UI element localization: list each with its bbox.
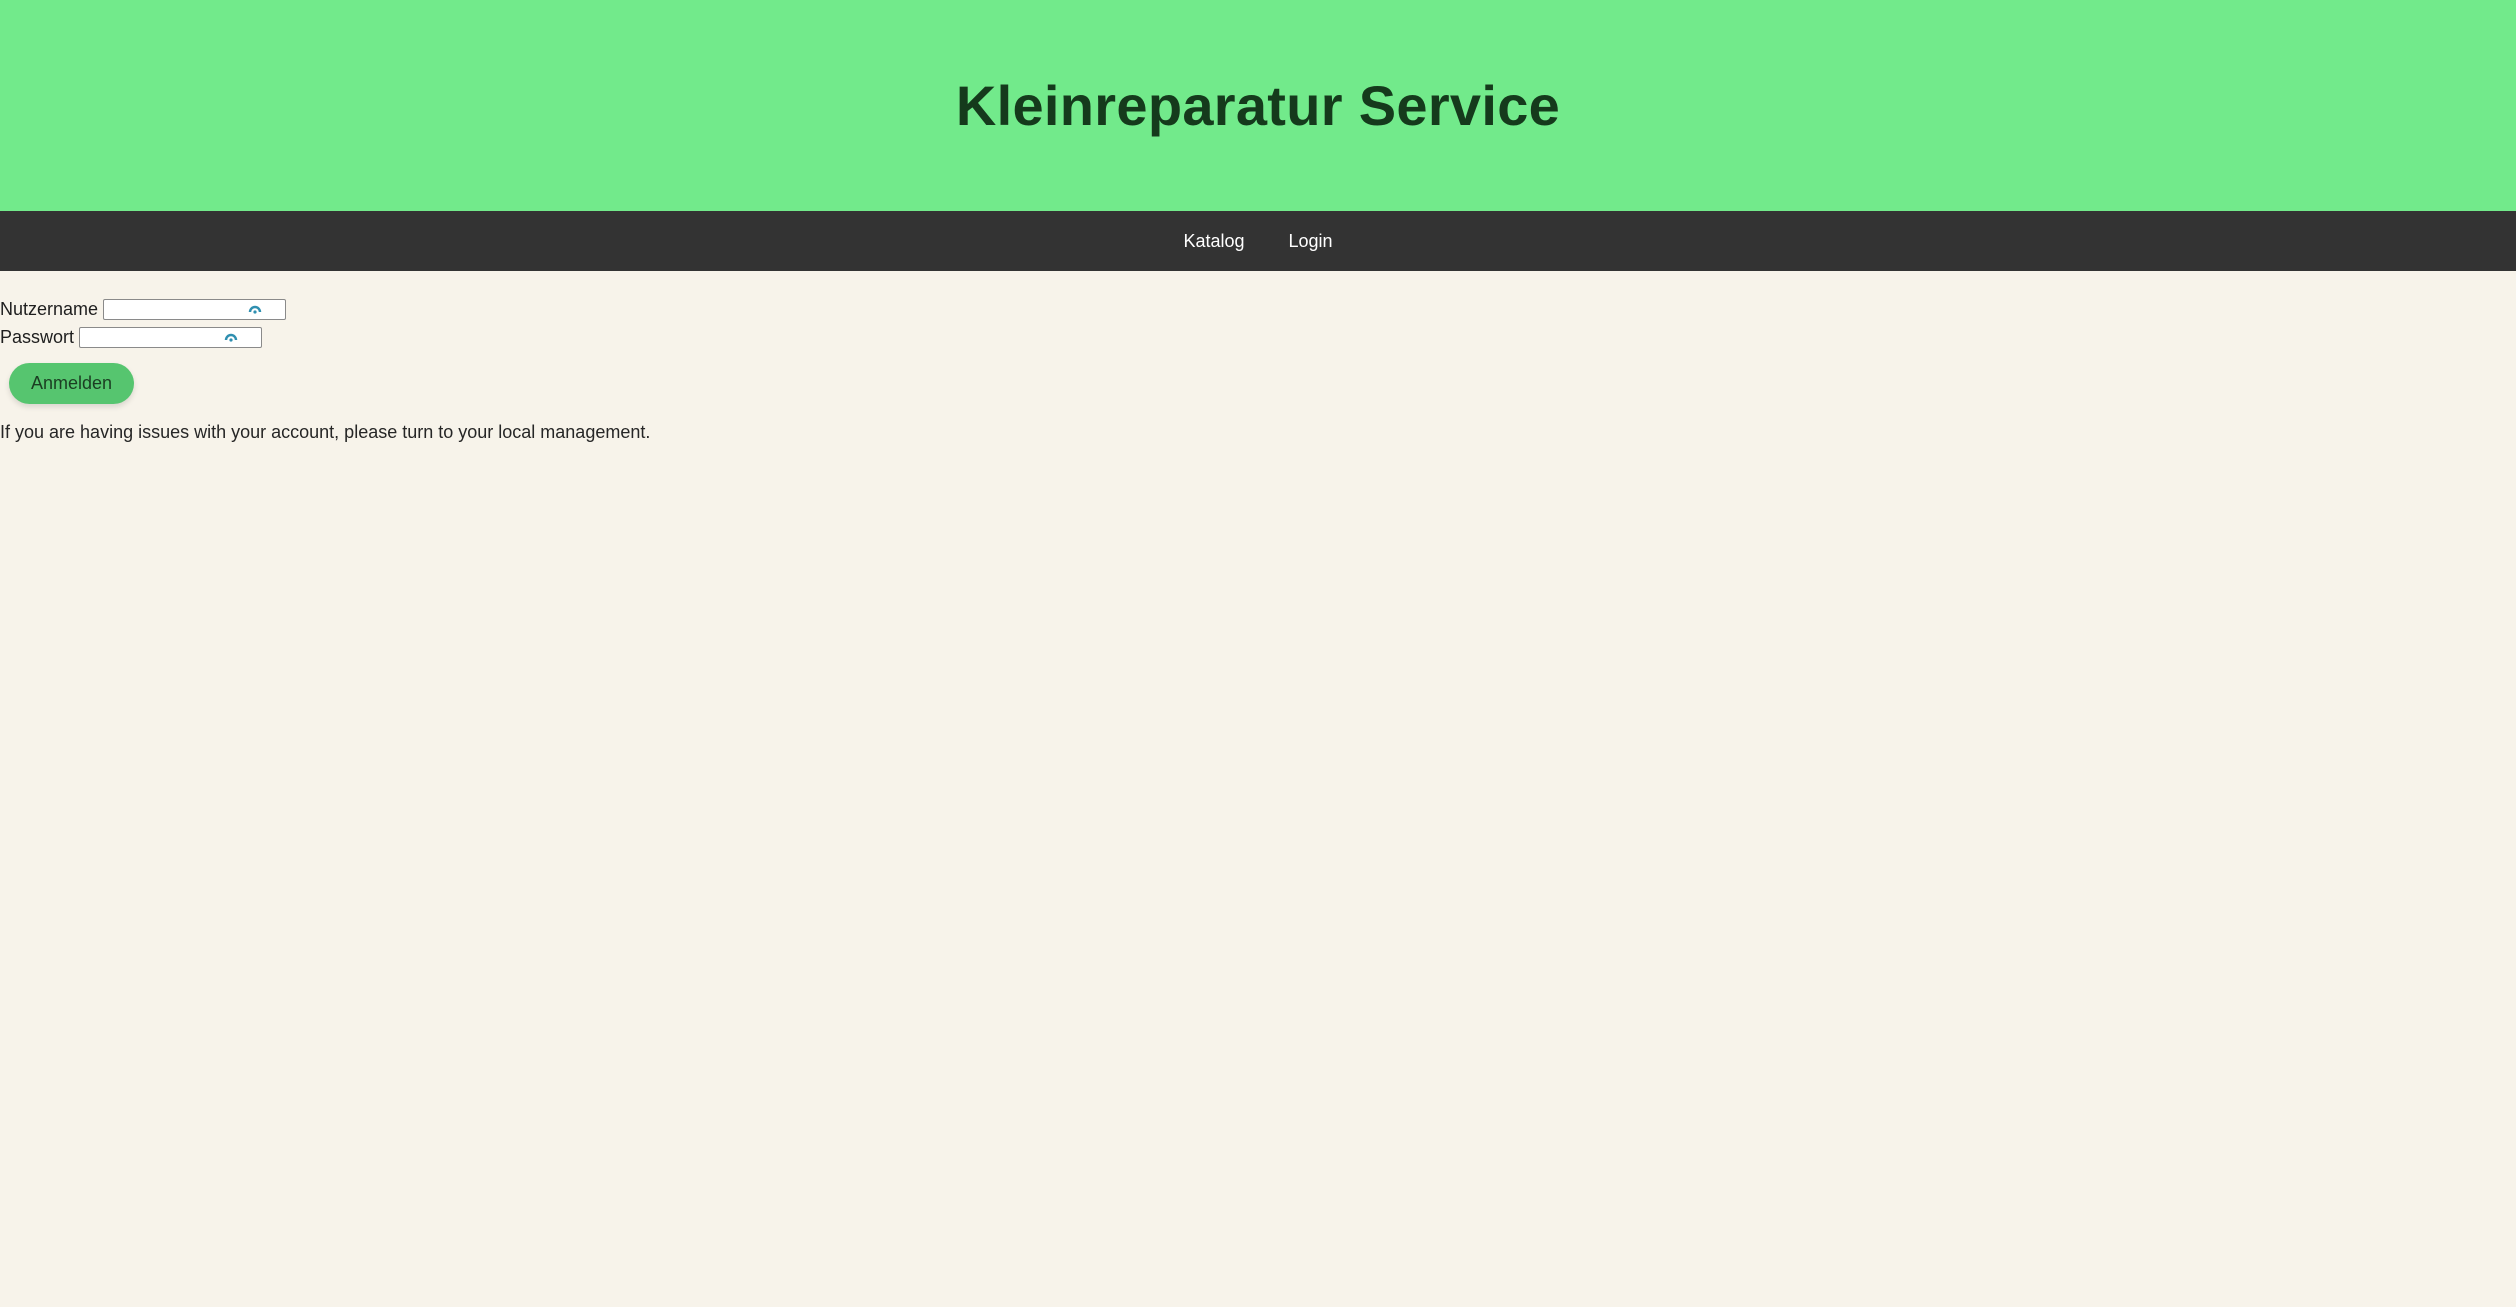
password-manager-icon[interactable] (248, 302, 262, 314)
password-row: Passwort (0, 323, 2516, 351)
username-input-wrap (103, 298, 287, 320)
site-header: Kleinreparatur Service (0, 0, 2516, 211)
nav-item-login[interactable]: Login (1267, 223, 1355, 260)
password-input-wrap (79, 326, 263, 348)
username-row: Nutzername (0, 295, 2516, 323)
username-label: Nutzername (0, 298, 99, 319)
site-title: Kleinreparatur Service (955, 74, 1561, 137)
account-help-text: If you are having issues with your accou… (0, 422, 651, 442)
main-navigation: Katalog Login (0, 211, 2516, 271)
login-section: Nutzername Passwort Anmelden If you are … (0, 271, 2516, 443)
login-form: Nutzername Passwort Anmelden (0, 295, 2516, 404)
password-label: Passwort (0, 326, 75, 347)
nav-item-katalog[interactable]: Katalog (1161, 223, 1266, 260)
login-button[interactable]: Anmelden (9, 363, 135, 404)
password-manager-icon[interactable] (224, 330, 238, 342)
